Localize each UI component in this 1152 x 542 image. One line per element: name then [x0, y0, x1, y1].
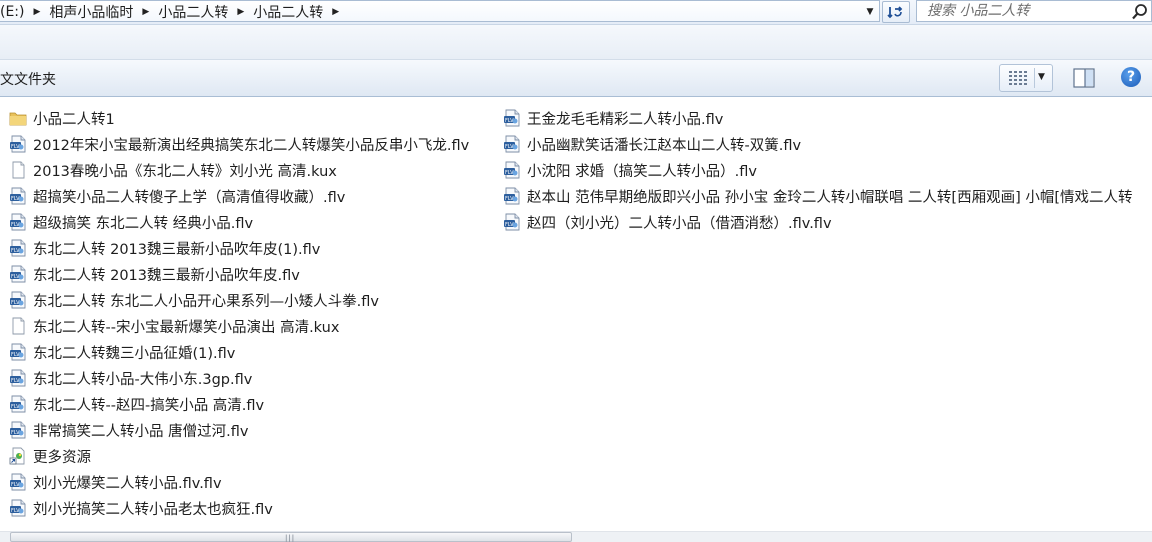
search-input[interactable]: [921, 2, 1133, 20]
file-name: 东北二人转--赵四-搞笑小品 高清.flv: [33, 397, 265, 414]
flv-file-icon: FLV: [9, 499, 27, 517]
flv-file-icon: FLV: [9, 135, 27, 153]
refresh-button[interactable]: [882, 1, 910, 23]
flv-file-icon: FLV: [9, 265, 27, 283]
flv-file-icon: FLV: [9, 369, 27, 387]
file-item[interactable]: 2013春晚小品《东北二人转》刘小光 高清.kux: [9, 157, 469, 183]
flv-file-icon: FLV: [503, 213, 521, 231]
file-item[interactable]: FLV 2012年宋小宝最新演出经典搞笑东北二人转爆笑小品反串小飞龙.flv: [9, 131, 469, 157]
file-item[interactable]: FLV 小沈阳 求婚（搞笑二人转小品）.flv: [503, 157, 1133, 183]
breadcrumb-arrow-icon[interactable]: ▶: [29, 7, 46, 17]
flv-file-icon: FLV: [9, 187, 27, 205]
file-name: 东北二人转--宋小宝最新爆笑小品演出 高清.kux: [33, 319, 340, 336]
file-item[interactable]: FLV 东北二人转小品-大伟小东.3gp.flv: [9, 365, 469, 391]
file-name: 超搞笑小品二人转傻子上学（高清值得收藏）.flv: [33, 189, 346, 206]
file-item[interactable]: FLV 刘小光搞笑二人转小品老太也疯狂.flv: [9, 495, 469, 521]
address-row: (E:) ▶ 相声小品临时 ▶ 小品二人转 ▶ 小品二人转 ▶ ▼: [0, 0, 1152, 25]
file-name: 超级搞笑 东北二人转 经典小品.flv: [33, 215, 254, 232]
scrollbar-grip-icon: |||: [285, 534, 296, 542]
file-item[interactable]: FLV 东北二人转 东北二人小品开心果系列—小矮人斗拳.flv: [9, 287, 469, 313]
blank-file-icon: [9, 317, 27, 335]
file-name: 2012年宋小宝最新演出经典搞笑东北二人转爆笑小品反串小飞龙.flv: [33, 137, 470, 154]
view-button-divider: [1034, 68, 1035, 88]
chevron-down-icon[interactable]: ▼: [1038, 72, 1045, 82]
file-name: 小品二人转1: [33, 111, 115, 128]
file-column-2: FLV 王金龙毛毛精彩二人转小品.flv FLV 小品幽默笑话潘长江赵本山二人转-双簧…: [503, 105, 1133, 235]
flv-file-icon: FLV: [503, 135, 521, 153]
breadcrumb: (E:) ▶ 相声小品临时 ▶ 小品二人转 ▶ 小品二人转 ▶: [0, 3, 344, 21]
question-mark-icon: ?: [1126, 69, 1136, 85]
file-name: 2013春晚小品《东北二人转》刘小光 高清.kux: [33, 163, 337, 180]
preview-pane-icon[interactable]: [1073, 68, 1095, 88]
flv-file-icon: FLV: [9, 213, 27, 231]
flv-file-icon: FLV: [9, 395, 27, 413]
file-item[interactable]: FLV 赵四（刘小光）二人转小品（借酒消愁）.flv.flv: [503, 209, 1133, 235]
menu-band: [0, 25, 1152, 60]
file-item[interactable]: 小品二人转1: [9, 105, 469, 131]
file-name: 小沈阳 求婚（搞笑二人转小品）.flv: [527, 163, 757, 180]
file-name: 更多资源: [33, 449, 91, 466]
file-name: 刘小光搞笑二人转小品老太也疯狂.flv: [33, 501, 273, 518]
file-item[interactable]: FLV 东北二人转 2013魏三最新小品吹年皮.flv: [9, 261, 469, 287]
flv-file-icon: FLV: [503, 161, 521, 179]
folder-icon: [9, 109, 27, 127]
horizontal-scrollbar[interactable]: |||: [0, 531, 1152, 542]
help-button[interactable]: ?: [1121, 67, 1141, 87]
new-folder-button[interactable]: 文文件夹: [0, 69, 56, 89]
breadcrumb-folder-2[interactable]: 小品二人转: [154, 2, 232, 22]
file-column-1: 小品二人转1 FLV 2012年宋小宝最新演出经典搞笑东北二人转爆笑小品反串小飞龙.…: [9, 105, 469, 521]
breadcrumb-drive[interactable]: (E:): [0, 4, 29, 20]
file-item[interactable]: FLV 超搞笑小品二人转傻子上学（高清值得收藏）.flv: [9, 183, 469, 209]
file-name: 东北二人转 2013魏三最新小品吹年皮(1).flv: [33, 241, 321, 258]
address-history-dropdown-icon[interactable]: ▼: [862, 3, 878, 21]
breadcrumb-arrow-icon[interactable]: ▶: [232, 7, 249, 17]
flv-file-icon: FLV: [9, 239, 27, 257]
file-name: 小品幽默笑话潘长江赵本山二人转-双簧.flv: [527, 137, 802, 154]
views-icon: [1009, 71, 1027, 85]
flv-file-icon: FLV: [9, 421, 27, 439]
change-view-button[interactable]: ▼: [999, 64, 1053, 92]
file-item[interactable]: FLV 东北二人转--赵四-搞笑小品 高清.flv: [9, 391, 469, 417]
search-box: [916, 0, 1152, 22]
address-bar[interactable]: (E:) ▶ 相声小品临时 ▶ 小品二人转 ▶ 小品二人转 ▶ ▼: [0, 0, 880, 22]
file-item[interactable]: FLV 超级搞笑 东北二人转 经典小品.flv: [9, 209, 469, 235]
file-name: 王金龙毛毛精彩二人转小品.flv: [527, 111, 724, 128]
breadcrumb-folder-1[interactable]: 相声小品临时: [45, 2, 137, 22]
file-name: 东北二人转小品-大伟小东.3gp.flv: [33, 371, 253, 388]
file-name: 东北二人转 2013魏三最新小品吹年皮.flv: [33, 267, 300, 284]
file-list: 小品二人转1 FLV 2012年宋小宝最新演出经典搞笑东北二人转爆笑小品反串小飞龙.…: [0, 97, 1152, 531]
file-name: 赵本山 范伟早期绝版即兴小品 孙小宝 金玲二人转小帽联唱 二人转[西厢观画] 小…: [527, 189, 1133, 206]
file-item[interactable]: FLV 东北二人转魏三小品征婚(1).flv: [9, 339, 469, 365]
file-name: 赵四（刘小光）二人转小品（借酒消愁）.flv.flv: [527, 215, 832, 232]
file-name: 非常搞笑二人转小品 唐僧过河.flv: [33, 423, 249, 440]
file-item[interactable]: 东北二人转--宋小宝最新爆笑小品演出 高清.kux: [9, 313, 469, 339]
flv-file-icon: FLV: [9, 291, 27, 309]
file-item[interactable]: FLV 刘小光爆笑二人转小品.flv.flv: [9, 469, 469, 495]
file-item[interactable]: FLV 小品幽默笑话潘长江赵本山二人转-双簧.flv: [503, 131, 1133, 157]
flv-file-icon: FLV: [9, 343, 27, 361]
file-item[interactable]: FLV 东北二人转 2013魏三最新小品吹年皮(1).flv: [9, 235, 469, 261]
shortcut-file-icon: [9, 447, 27, 465]
file-item[interactable]: FLV 赵本山 范伟早期绝版即兴小品 孙小宝 金玲二人转小帽联唱 二人转[西厢观画…: [503, 183, 1133, 209]
file-item[interactable]: FLV 非常搞笑二人转小品 唐僧过河.flv: [9, 417, 469, 443]
search-icon[interactable]: [1131, 3, 1149, 21]
breadcrumb-arrow-icon[interactable]: ▶: [137, 7, 154, 17]
file-name: 东北二人转魏三小品征婚(1).flv: [33, 345, 236, 362]
blank-file-icon: [9, 161, 27, 179]
flv-file-icon: FLV: [503, 187, 521, 205]
file-item[interactable]: FLV 王金龙毛毛精彩二人转小品.flv: [503, 105, 1133, 131]
refresh-icon: [887, 6, 903, 19]
file-name: 东北二人转 东北二人小品开心果系列—小矮人斗拳.flv: [33, 293, 379, 310]
file-item[interactable]: 更多资源: [9, 443, 469, 469]
file-name: 刘小光爆笑二人转小品.flv.flv: [33, 475, 222, 492]
flv-file-icon: FLV: [9, 473, 27, 491]
command-bar: 文文件夹 ▼ ?: [0, 60, 1152, 97]
breadcrumb-folder-3[interactable]: 小品二人转: [249, 2, 327, 22]
flv-file-icon: FLV: [503, 109, 521, 127]
breadcrumb-arrow-icon[interactable]: ▶: [327, 7, 344, 17]
